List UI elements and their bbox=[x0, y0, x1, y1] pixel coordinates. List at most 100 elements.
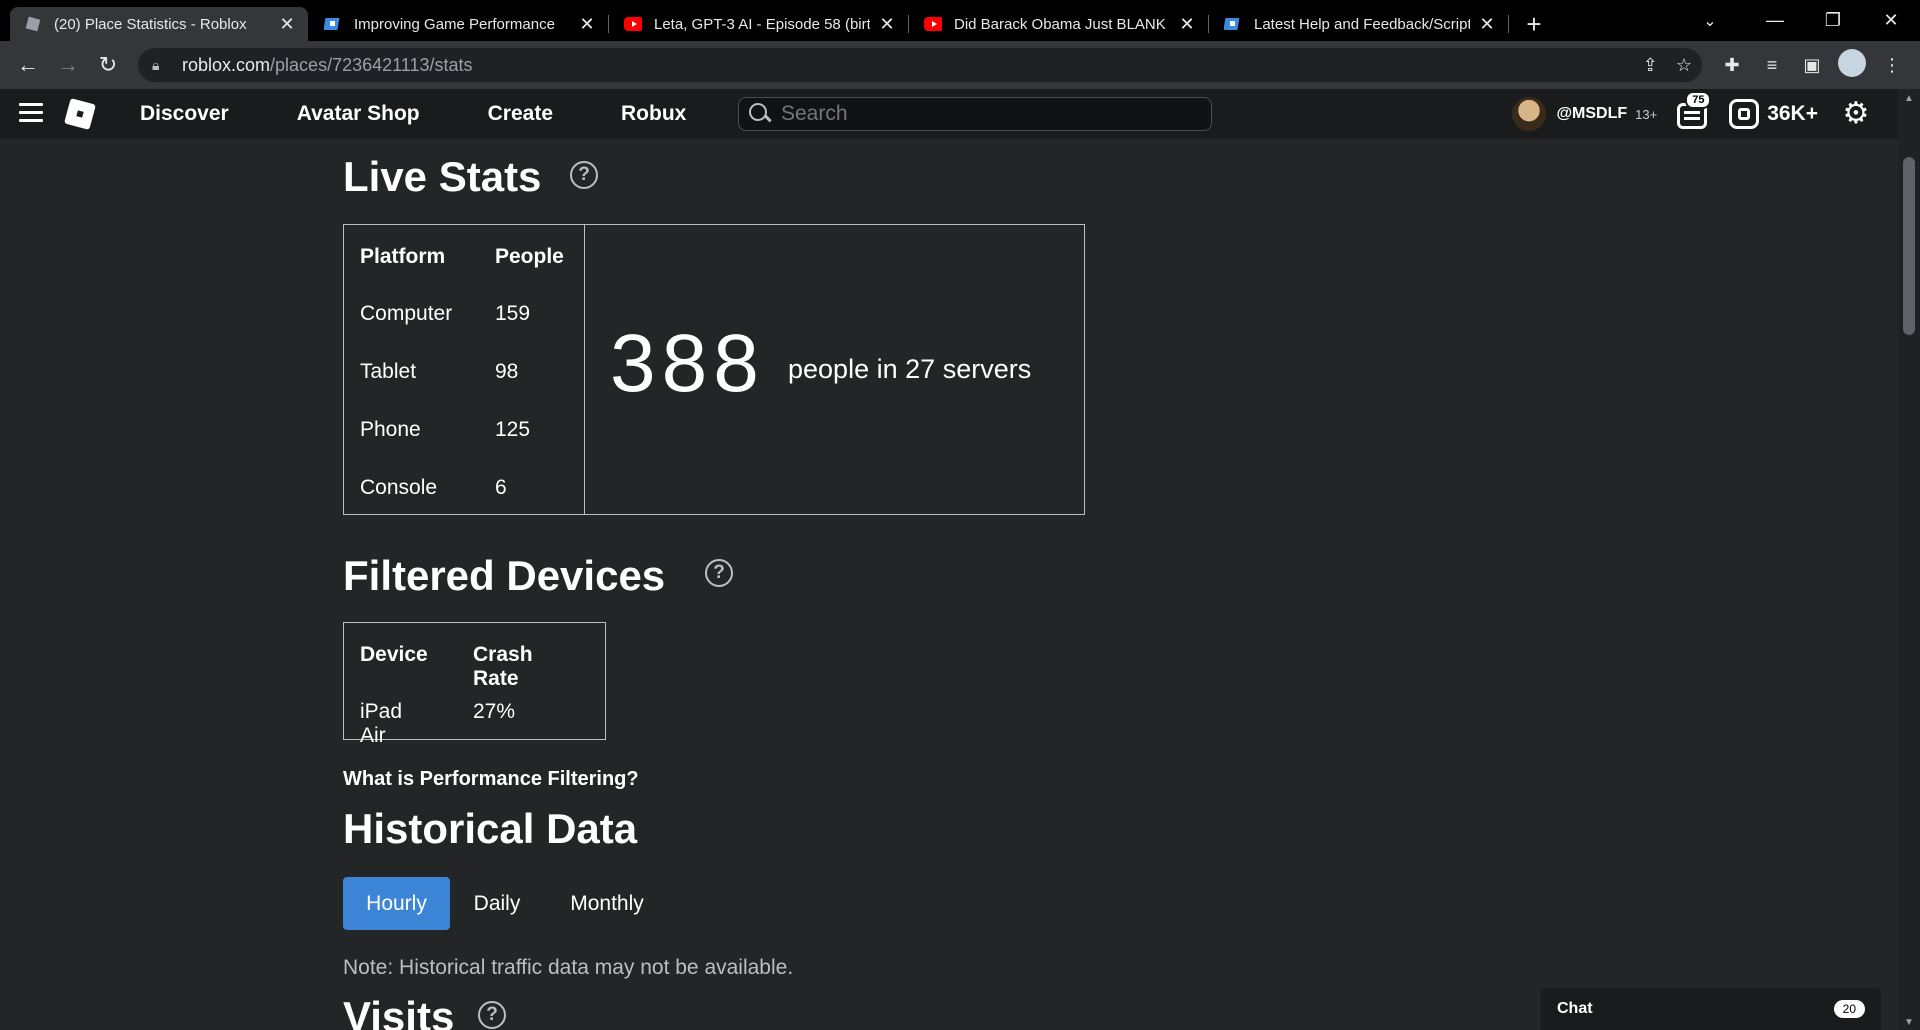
forward-arrow-icon[interactable]: → bbox=[48, 45, 88, 85]
tab-title: Latest Help and Feedback/Scripti bbox=[1254, 15, 1470, 33]
close-tab-icon[interactable]: ✕ bbox=[1178, 14, 1196, 35]
platform-name: Console bbox=[360, 476, 438, 499]
lock-icon: 🔒︎ bbox=[152, 56, 160, 73]
help-icon[interactable]: ? bbox=[478, 1001, 506, 1029]
gear-icon[interactable]: ⚙ bbox=[1840, 98, 1872, 130]
scrollbar-thumb[interactable] bbox=[1903, 157, 1915, 335]
chat-count-badge: 20 bbox=[1833, 1000, 1865, 1018]
help-icon[interactable]: ? bbox=[705, 559, 733, 587]
col-people: People bbox=[495, 245, 564, 268]
main-nav: Discover Avatar Shop Create Robux bbox=[140, 89, 754, 139]
platform-count: 98 bbox=[495, 360, 519, 383]
scroll-down-icon[interactable]: ▼ bbox=[1898, 1017, 1920, 1028]
site-header: Discover Avatar Shop Create Robux @MSDLF… bbox=[0, 89, 1898, 139]
browser-toolbar: ← → ↻ 🔒︎ roblox.com/places/7236421113/st… bbox=[0, 41, 1920, 89]
extensions-puzzle-icon[interactable]: ✚ bbox=[1718, 55, 1746, 76]
live-stats-title: Live Stats bbox=[343, 153, 542, 200]
performance-filtering-link[interactable]: What is Performance Filtering? bbox=[343, 768, 639, 791]
platform-name: Phone bbox=[360, 418, 421, 441]
search-box bbox=[738, 97, 1212, 131]
age-badge: 13+ bbox=[1635, 106, 1658, 122]
filtered-devices-title: Filtered Devices bbox=[343, 552, 666, 599]
tab-title: (20) Place Statistics - Roblox bbox=[54, 15, 247, 33]
tab-monthly[interactable]: Monthly bbox=[554, 877, 660, 930]
server-count: 27 bbox=[905, 354, 936, 384]
side-panel-icon[interactable]: ▣ bbox=[1798, 55, 1826, 76]
username[interactable]: @MSDLF bbox=[1556, 105, 1627, 123]
col-crash-rate: Crash Rate bbox=[473, 643, 533, 690]
scroll-up-icon[interactable]: ▲ bbox=[1898, 93, 1920, 104]
historical-data-title: Historical Data bbox=[343, 805, 638, 852]
minimize-icon[interactable]: — bbox=[1746, 0, 1804, 41]
tab-search-icon[interactable]: ⌄ bbox=[1690, 6, 1730, 36]
tab-title: Improving Game Performance bbox=[354, 15, 555, 33]
youtube-icon bbox=[624, 15, 642, 33]
notifications-icon[interactable]: 75 bbox=[1675, 91, 1712, 131]
chat-widget[interactable]: Chat 20 bbox=[1541, 988, 1881, 1030]
browser-tab-bar: (20) Place Statistics - Roblox ✕ Improvi… bbox=[0, 0, 1920, 41]
close-tab-icon[interactable]: ✕ bbox=[278, 14, 296, 35]
page-scrollbar[interactable]: ▲ ▼ bbox=[1898, 89, 1920, 1030]
nav-avatar-shop[interactable]: Avatar Shop bbox=[297, 102, 420, 126]
bookmark-star-icon[interactable]: ☆ bbox=[1676, 55, 1692, 76]
summary-prefix: people in bbox=[788, 354, 898, 384]
crash-rate: 27% bbox=[473, 700, 516, 723]
robux-icon bbox=[1729, 99, 1760, 129]
new-tab-button[interactable]: + bbox=[1514, 7, 1554, 41]
search-input[interactable] bbox=[781, 102, 1201, 126]
tab-improving-performance[interactable]: Improving Game Performance ✕ bbox=[310, 7, 609, 41]
back-arrow-icon[interactable]: ← bbox=[8, 45, 48, 85]
robux-amount: 36K+ bbox=[1767, 102, 1818, 125]
tab-leta-gpt3[interactable]: Leta, GPT-3 AI - Episode 58 (birth ✕ bbox=[610, 7, 909, 41]
roblox-studio-icon bbox=[324, 15, 342, 33]
help-icon[interactable]: ? bbox=[570, 161, 598, 189]
nav-create[interactable]: Create bbox=[488, 102, 553, 126]
close-window-icon[interactable]: ✕ bbox=[1862, 0, 1920, 41]
address-bar[interactable]: 🔒︎ roblox.com/places/7236421113/stats ⇪ … bbox=[138, 48, 1702, 82]
search-icon[interactable] bbox=[747, 101, 773, 127]
url-host: roblox.com bbox=[182, 54, 271, 75]
window-controls: — ❐ ✕ bbox=[1746, 0, 1920, 41]
platform-count: 125 bbox=[495, 418, 531, 441]
close-tab-icon[interactable]: ✕ bbox=[578, 14, 596, 35]
hamburger-menu-icon[interactable] bbox=[19, 103, 43, 123]
youtube-icon bbox=[924, 15, 942, 33]
visits-title: Visits bbox=[343, 993, 455, 1030]
tab-daily[interactable]: Daily bbox=[460, 877, 534, 930]
summary-suffix: servers bbox=[942, 354, 1032, 384]
close-tab-icon[interactable]: ✕ bbox=[1478, 14, 1496, 35]
tab-barack-obama[interactable]: Did Barack Obama Just BLANK Jo ✕ bbox=[910, 7, 1209, 41]
notification-count: 75 bbox=[1685, 91, 1712, 109]
media-queue-icon[interactable]: ≡ bbox=[1758, 55, 1786, 76]
roblox-logo-icon[interactable] bbox=[64, 98, 96, 130]
col-platform: Platform bbox=[360, 245, 446, 268]
col-device: Device bbox=[360, 643, 428, 666]
tab-title: Leta, GPT-3 AI - Episode 58 (birth bbox=[654, 15, 870, 33]
tab-title: Did Barack Obama Just BLANK Jo bbox=[954, 15, 1170, 33]
user-avatar[interactable] bbox=[1512, 97, 1547, 131]
reload-icon[interactable]: ↻ bbox=[88, 45, 128, 85]
url-path: /places/7236421113/stats bbox=[270, 54, 473, 75]
tab-place-statistics[interactable]: (20) Place Statistics - Roblox ✕ bbox=[10, 7, 308, 41]
kebab-menu-icon[interactable]: ⋮ bbox=[1878, 55, 1906, 76]
tab-hourly[interactable]: Hourly bbox=[343, 877, 450, 930]
close-tab-icon[interactable]: ✕ bbox=[878, 14, 896, 35]
roblox-studio-icon bbox=[1224, 15, 1242, 33]
nav-discover[interactable]: Discover bbox=[140, 102, 229, 126]
platform-name: Tablet bbox=[360, 360, 417, 383]
chat-label: Chat bbox=[1557, 1000, 1593, 1017]
device-name: iPad Air bbox=[360, 700, 403, 747]
platform-name: Computer bbox=[360, 302, 453, 325]
tab-help-feedback[interactable]: Latest Help and Feedback/Scripti ✕ bbox=[1210, 7, 1509, 41]
share-icon[interactable]: ⇪ bbox=[1643, 55, 1658, 76]
historical-note: Note: Historical traffic data may not be… bbox=[343, 956, 794, 979]
nav-robux[interactable]: Robux bbox=[621, 102, 686, 126]
main-content: Live Stats ? Platform People Computer 15… bbox=[0, 139, 1898, 1030]
robux-balance[interactable]: 36K+ bbox=[1729, 99, 1818, 129]
restore-icon[interactable]: ❐ bbox=[1804, 0, 1862, 41]
profile-avatar-icon[interactable] bbox=[1838, 48, 1866, 82]
roblox-icon bbox=[24, 15, 42, 33]
platform-count: 159 bbox=[495, 302, 531, 325]
platform-count: 6 bbox=[495, 476, 507, 499]
divider bbox=[584, 224, 585, 515]
